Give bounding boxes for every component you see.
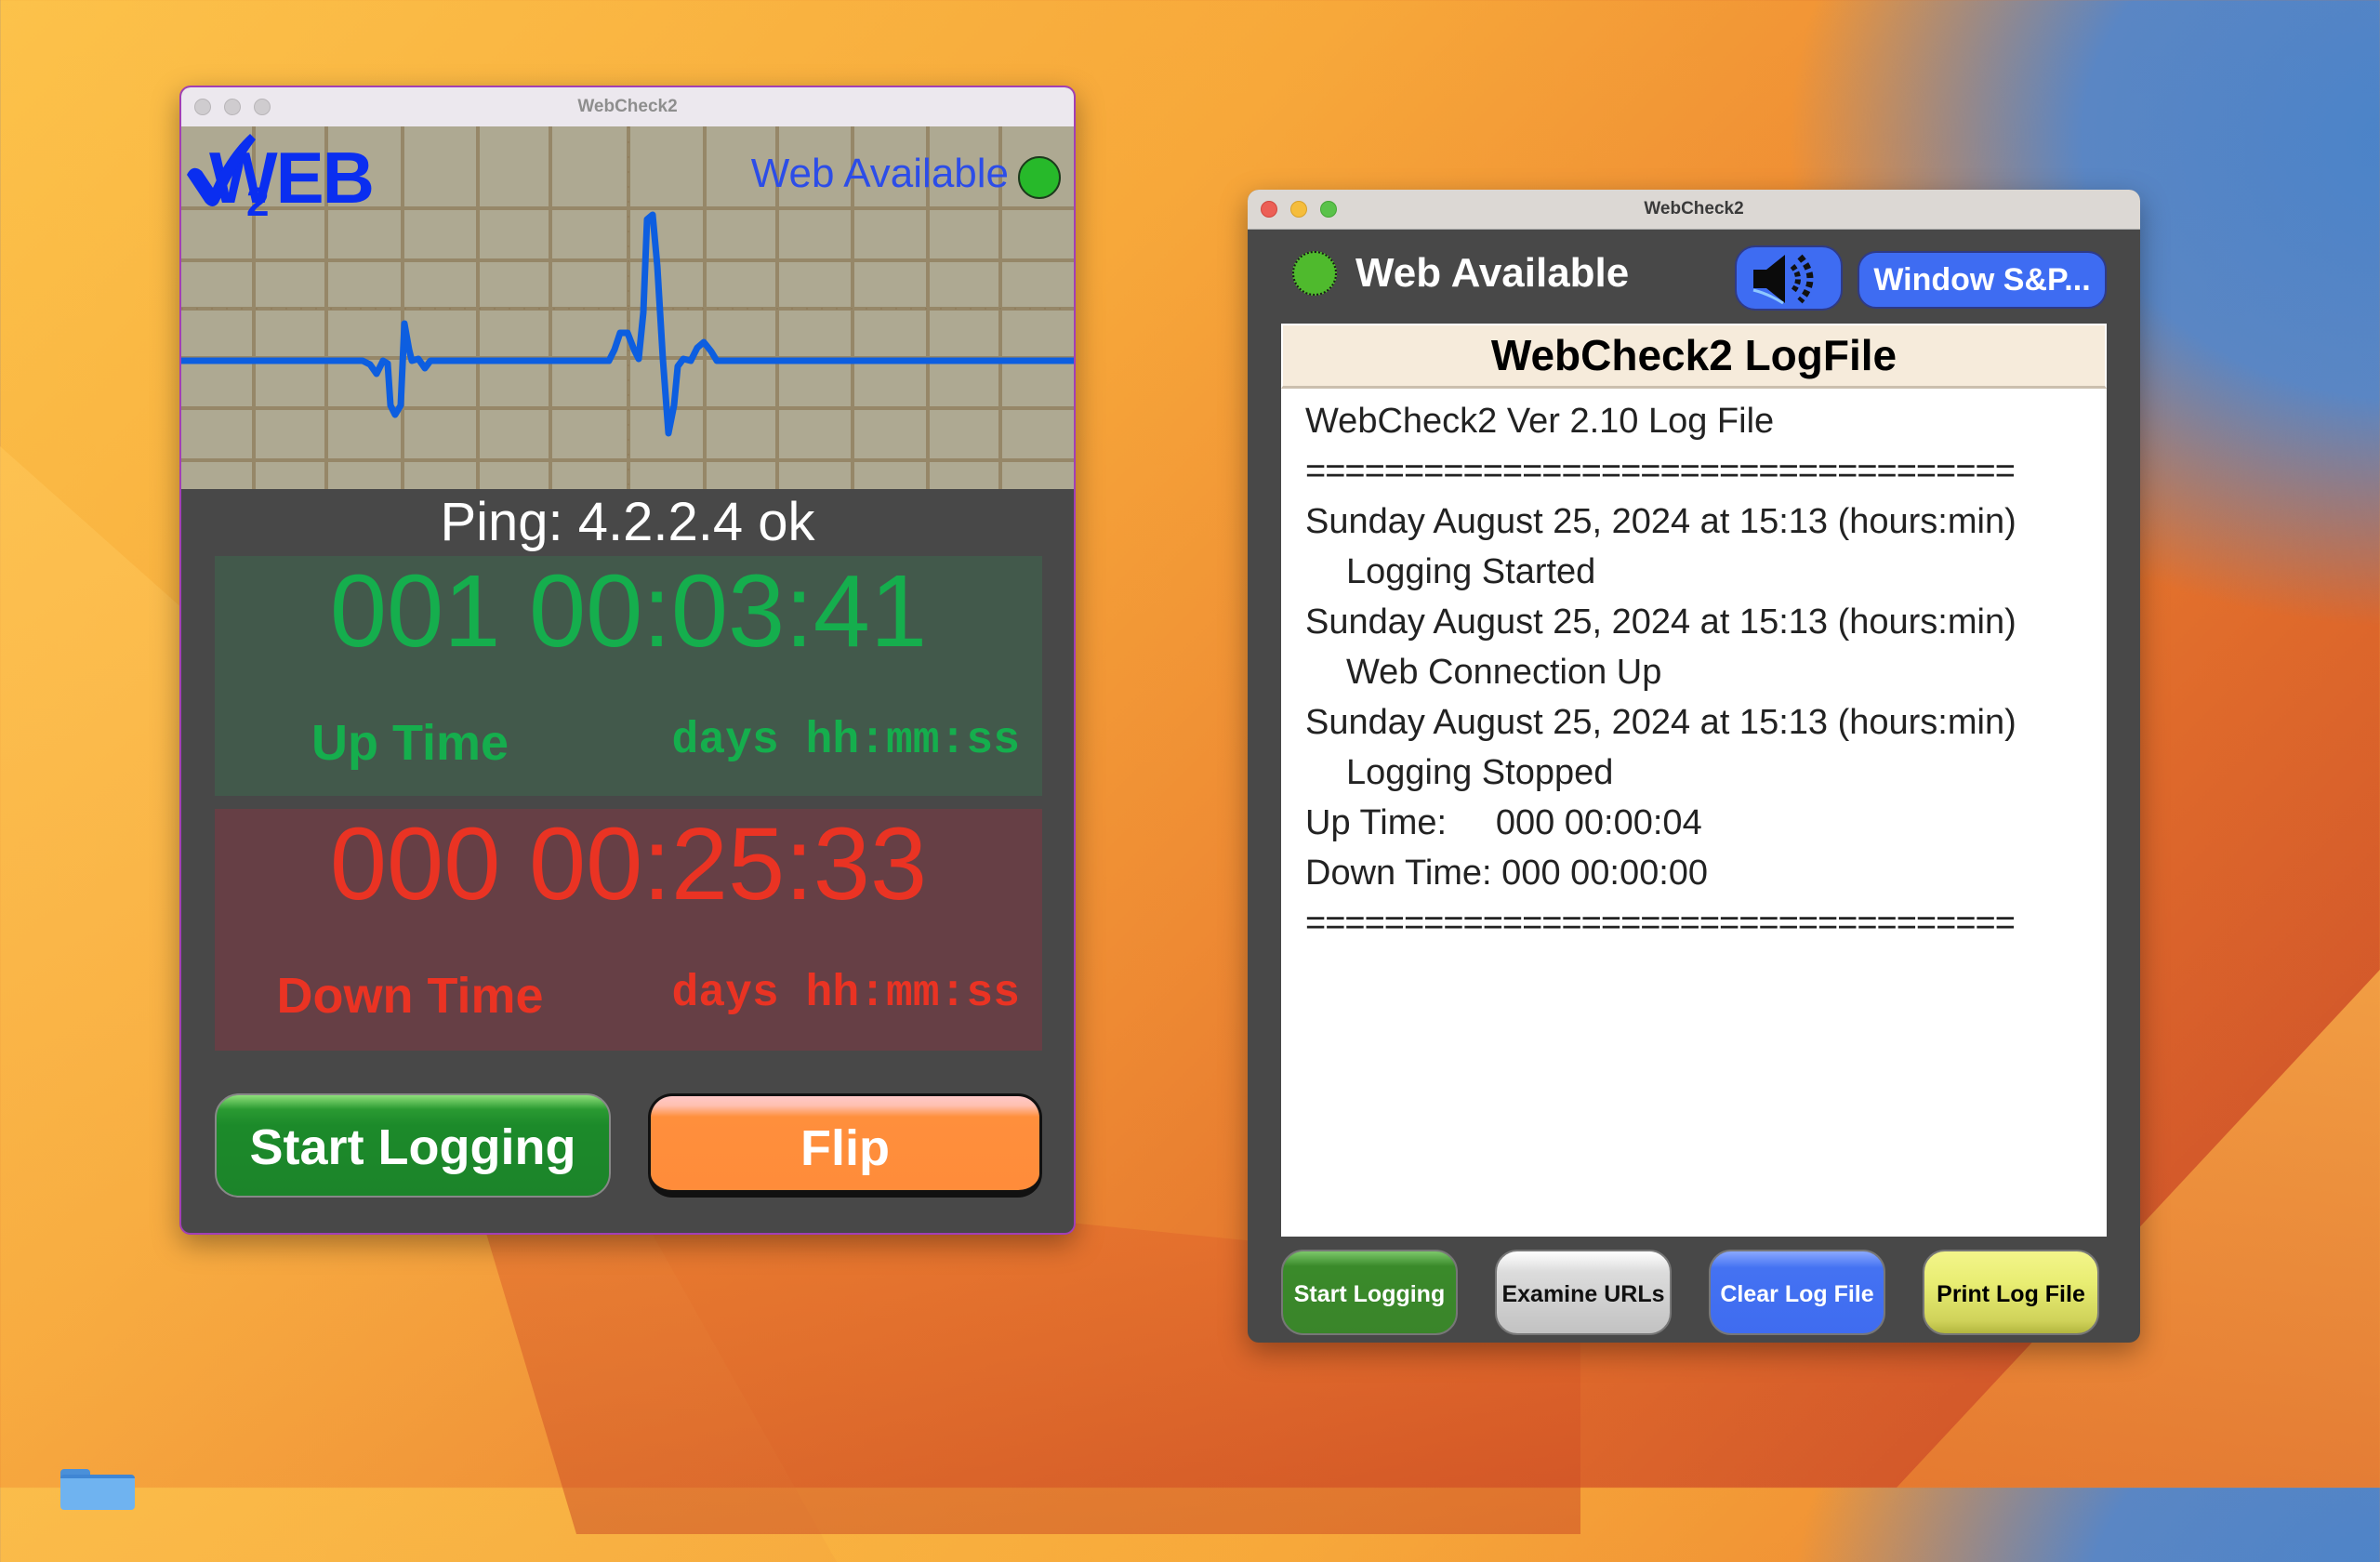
checkmark-icon: 2 bbox=[187, 134, 269, 219]
sound-toggle-button[interactable] bbox=[1735, 245, 1843, 311]
speaker-icon bbox=[1752, 254, 1814, 305]
title-bar[interactable]: WebCheck2 bbox=[181, 87, 1074, 127]
clear-log-file-button[interactable]: Clear Log File bbox=[1709, 1250, 1885, 1335]
status-led-indicator bbox=[1292, 251, 1337, 296]
uptime-units: days hh:mm:ss bbox=[671, 716, 1020, 766]
window-save-position-button[interactable]: Window S&P... bbox=[1858, 251, 2107, 309]
web-status-label: Web Available bbox=[750, 151, 1009, 196]
log-title: WebCheck2 LogFile bbox=[1281, 324, 2107, 389]
downtime-label: Down Time bbox=[276, 968, 544, 1024]
status-led-indicator bbox=[1018, 156, 1061, 199]
window-title: WebCheck2 bbox=[1644, 199, 1744, 218]
oscilloscope-banner: WEB 2 Web Available bbox=[181, 126, 1074, 489]
log-line: Sunday August 25, 2024 at 15:13 (hours:m… bbox=[1305, 502, 2016, 541]
title-bar[interactable]: WebCheck2 bbox=[1248, 190, 2140, 230]
ping-status: Ping: 4.2.2.4 ok bbox=[440, 492, 815, 552]
log-text-area[interactable]: WebCheck2 Ver 2.10 Log File =============… bbox=[1281, 389, 2107, 956]
log-line: Logging Stopped bbox=[1346, 753, 1614, 792]
flip-button[interactable]: Flip bbox=[648, 1093, 1042, 1198]
web-status-label: Web Available bbox=[1355, 250, 1630, 296]
log-line: Down Time: 000 00:00:00 bbox=[1305, 854, 1709, 893]
log-line: Sunday August 25, 2024 at 15:13 (hours:m… bbox=[1305, 703, 2016, 742]
logo-subscript: 2 bbox=[246, 179, 269, 219]
uptime-value: 001 00:03:41 bbox=[329, 554, 928, 668]
window-title: WebCheck2 bbox=[577, 97, 678, 116]
log-separator: ==================================== bbox=[1305, 904, 2016, 943]
log-line: Sunday August 25, 2024 at 15:13 (hours:m… bbox=[1305, 602, 2016, 642]
log-line: WebCheck2 Ver 2.10 Log File bbox=[1305, 402, 1775, 441]
downtime-value: 000 00:25:33 bbox=[329, 807, 928, 921]
folder-icon[interactable] bbox=[60, 1469, 135, 1510]
uptime-label: Up Time bbox=[311, 715, 509, 771]
uptime-panel: 001 00:03:41 Up Time days hh:mm:ss bbox=[215, 556, 1042, 796]
downtime-panel: 000 00:25:33 Down Time days hh:mm:ss bbox=[215, 809, 1042, 1051]
log-line: Logging Started bbox=[1346, 552, 1596, 591]
log-line: Web Connection Up bbox=[1346, 653, 1662, 692]
start-logging-button[interactable]: Start Logging bbox=[1281, 1250, 1458, 1335]
webcheck2-main-window: WebCheck2 WEB 2 Web Available Ping: 4.2.… bbox=[179, 86, 1076, 1235]
log-separator: ==================================== bbox=[1305, 452, 2016, 491]
webcheck2-log-window: WebCheck2 Web Available Window S&P... We… bbox=[1248, 190, 2140, 1343]
print-log-file-button[interactable]: Print Log File bbox=[1923, 1250, 2099, 1335]
start-logging-button[interactable]: Start Logging bbox=[215, 1093, 611, 1198]
log-file-panel: WebCheck2 LogFile WebCheck2 Ver 2.10 Log… bbox=[1281, 324, 2107, 1237]
downtime-units: days hh:mm:ss bbox=[671, 969, 1020, 1019]
examine-urls-button[interactable]: Examine URLs bbox=[1495, 1250, 1672, 1335]
log-line: Up Time: 000 00:00:04 bbox=[1305, 803, 1702, 842]
